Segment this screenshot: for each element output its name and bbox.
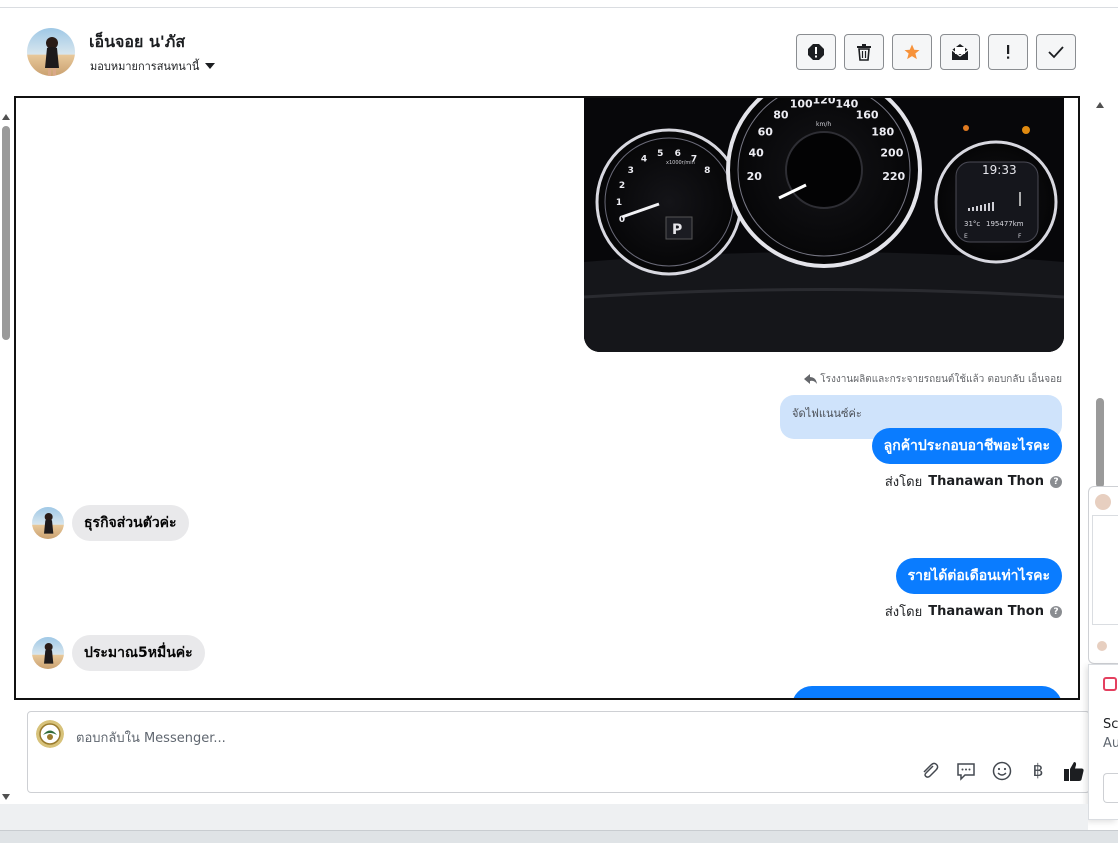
attach-button[interactable] (919, 760, 941, 782)
dial-number: 5 (657, 149, 663, 159)
page-scrollbar[interactable] (0, 108, 12, 804)
dial-number: 220 (882, 170, 905, 183)
incoming-message-row: ธุรกิจส่วนตัวค่ะ (32, 505, 189, 541)
reply-arrow-icon (804, 374, 818, 384)
app-logo-icon (1103, 677, 1117, 691)
dial-number: 40 (748, 147, 764, 160)
speed-unit: km/h (816, 121, 831, 128)
sent-by-line: ส่งโดย Thanawan Thon ? (885, 471, 1062, 492)
contact-name[interactable]: เอ็นจอย น'ภัส (89, 30, 185, 55)
thumbs-up-icon (1064, 762, 1084, 781)
side-notification-card[interactable]: Sc Au (1088, 664, 1118, 820)
sent-by-label: ส่งโดย (884, 605, 923, 620)
scrollbar-thumb[interactable] (1096, 398, 1104, 488)
scrollbar-thumb[interactable] (2, 126, 10, 340)
dial-number: 160 (856, 109, 879, 122)
incoming-message[interactable]: ประมาณ5หมื่นค่ะ (72, 635, 205, 671)
temperature-readout: 31°c (964, 220, 980, 228)
dial-number: 1 (616, 198, 622, 208)
dial-number: 180 (871, 126, 894, 139)
outgoing-message[interactable]: ลูกค้าประกอบอาชีพอะไรคะ (871, 428, 1062, 464)
dial-number: 200 (880, 147, 903, 160)
like-button[interactable] (1063, 760, 1085, 782)
dial-number: 7 (691, 155, 697, 165)
star-icon (904, 44, 920, 60)
mark-unread-button[interactable] (940, 34, 980, 70)
smiley-icon (992, 761, 1012, 781)
paperclip-icon (923, 762, 939, 778)
quoted-text: จัดไฟแนนซ์ค่ะ (792, 407, 862, 420)
exclamation-icon (1007, 45, 1010, 59)
payment-button[interactable]: ฿ (1027, 760, 1049, 782)
baht-icon: ฿ (1032, 761, 1044, 781)
dial-number: 60 (758, 126, 774, 139)
dial-number: 8 (704, 166, 710, 176)
contact-avatar-small[interactable] (32, 507, 64, 539)
sent-by-line: ส่งโดย Thanawan Thon ? (885, 601, 1062, 622)
incoming-message-row: ประมาณ5หมื่นค่ะ (32, 635, 205, 671)
clock-readout: 19:33 (982, 163, 1017, 177)
saved-replies-button[interactable] (955, 760, 977, 782)
reply-meta: โรงงานผลิตและกระจายรถยนต์ใช้แล้ว ตอบกลับ… (804, 372, 1062, 387)
reply-meta-text: โรงงานผลิตและกระจายรถยนต์ใช้แล้ว ตอบกลับ… (820, 374, 1062, 385)
star-button[interactable] (892, 34, 932, 70)
report-button[interactable] (796, 34, 836, 70)
emoji-button[interactable] (991, 760, 1013, 782)
scroll-up-arrow-icon[interactable] (1096, 102, 1104, 108)
side-card-title: Sc (1103, 717, 1118, 732)
exclamation-circle-icon (808, 44, 824, 60)
assign-conversation-dropdown[interactable]: มอบหมายการสนทนานี้ (90, 57, 216, 75)
fuel-empty-label: E (964, 233, 968, 240)
sent-by-label: ส่งโดย (884, 475, 923, 490)
sender-name: Thanawan Thon (928, 604, 1044, 619)
thread-scrollbar[interactable] (1093, 96, 1107, 488)
dial-number: 100 (790, 98, 813, 111)
caret-down-icon (205, 63, 216, 69)
outgoing-message-partial[interactable] (792, 686, 1062, 698)
page-footer-area (0, 804, 1088, 830)
header-actions (796, 34, 1076, 70)
outgoing-message[interactable]: รายได้ต่อเดือนเท่าไรคะ (895, 558, 1062, 594)
scroll-up-arrow-icon[interactable] (2, 114, 10, 120)
dial-number: 4 (641, 155, 647, 165)
delete-button[interactable] (844, 34, 884, 70)
help-icon[interactable]: ? (1050, 475, 1062, 488)
side-chat-preview (1092, 515, 1118, 625)
scroll-down-arrow-icon[interactable] (2, 794, 10, 800)
taskbar (0, 830, 1118, 843)
assign-label: มอบหมายการสนทนานี้ (90, 60, 200, 73)
sender-name: Thanawan Thon (928, 474, 1044, 489)
check-icon (1048, 46, 1064, 59)
side-card-button[interactable] (1103, 773, 1118, 803)
contact-avatar-small[interactable] (32, 637, 64, 669)
contact-avatar[interactable] (27, 28, 75, 76)
dial-number: 20 (747, 170, 763, 183)
dial-number: 6 (675, 149, 681, 159)
side-card-subtitle: Au (1103, 736, 1118, 751)
dial-number: 2 (619, 181, 625, 191)
dial-number: 120 (813, 96, 836, 107)
page-avatar (36, 720, 64, 748)
speedometer-photo[interactable]: x1000r/min 012345678 P km/h 20 40 60 80 100 1… (584, 96, 1064, 352)
dial-number: 3 (628, 166, 634, 176)
trash-icon (857, 44, 871, 61)
reply-composer[interactable]: ตอบกลับใน Messenger... ฿ (27, 711, 1090, 793)
side-avatar-small (1097, 641, 1107, 651)
mark-done-button[interactable] (1036, 34, 1076, 70)
side-chat-panel[interactable] (1088, 486, 1118, 664)
composer-tools: ฿ (919, 760, 1085, 782)
conversation-header: เอ็นจอย น'ภัส มอบหมายการสนทนานี้ (14, 8, 1104, 96)
side-avatar (1095, 494, 1111, 510)
dial-number: 80 (773, 109, 789, 122)
odometer-readout: 195477km (986, 220, 1024, 228)
chat-bubble-icon (957, 763, 975, 781)
fuel-full-label: F (1018, 233, 1022, 240)
help-icon[interactable]: ? (1050, 605, 1062, 618)
envelope-open-icon (951, 44, 969, 60)
reply-input[interactable]: ตอบกลับใน Messenger... (76, 727, 226, 748)
conversation-thread[interactable]: x1000r/min 012345678 P km/h 20 40 60 80 100 1… (14, 96, 1080, 700)
follow-up-button[interactable] (988, 34, 1028, 70)
incoming-message[interactable]: ธุรกิจส่วนตัวค่ะ (72, 505, 189, 541)
gear-indicator: P (672, 222, 682, 238)
